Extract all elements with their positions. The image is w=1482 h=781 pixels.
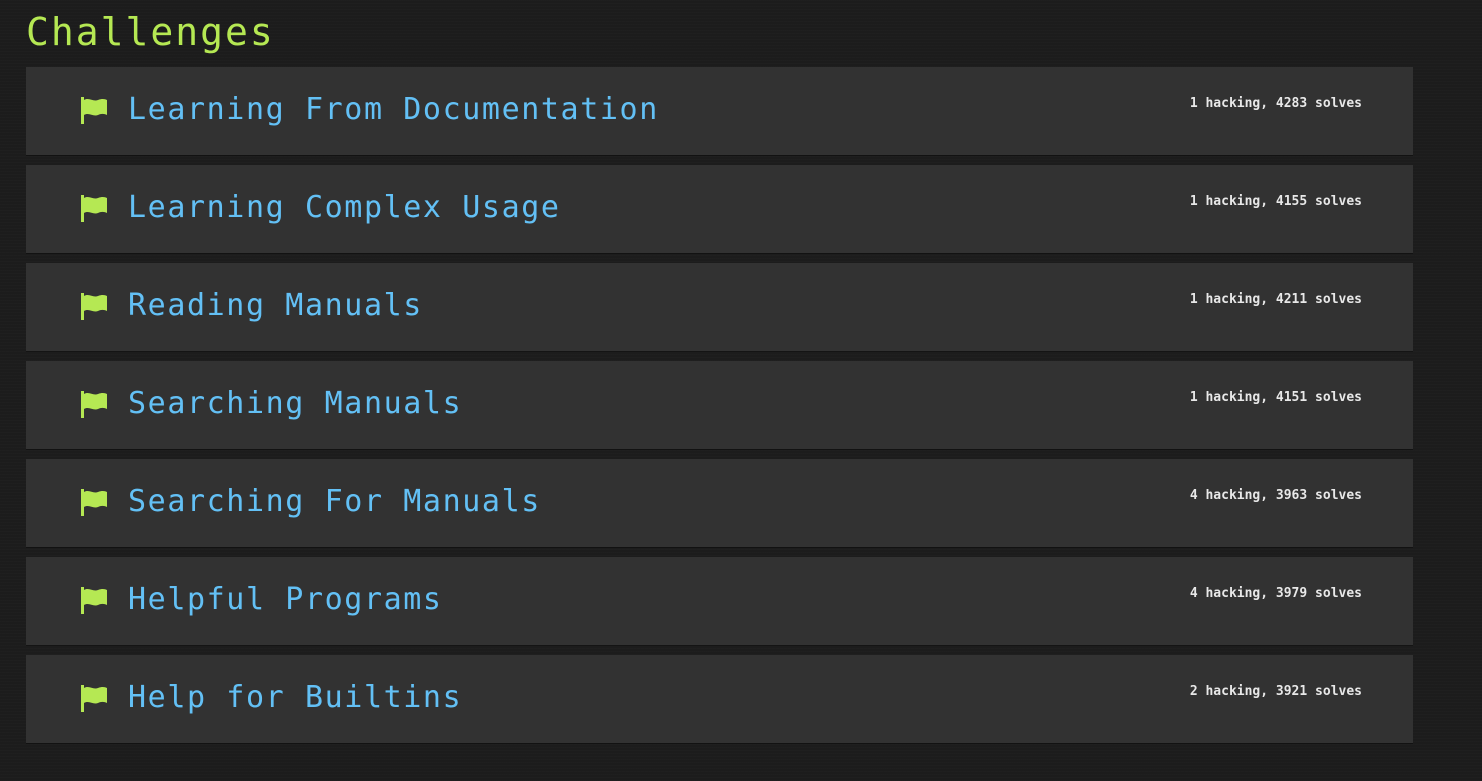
flag-icon [78,683,108,713]
challenge-stats: 1 hacking, 4283 solves [1189,96,1362,111]
challenge-stats: 1 hacking, 4155 solves [1189,194,1362,209]
flag-icon [78,291,108,321]
challenge-name: Learning From Documentation [128,92,659,127]
challenge-item-helpful-programs[interactable]: Helpful Programs 4 hacking, 3979 solves [26,557,1413,645]
challenge-stats: 4 hacking, 3963 solves [1189,488,1362,503]
challenge-name: Learning Complex Usage [128,190,561,225]
challenge-item-searching-for-manuals[interactable]: Searching For Manuals 4 hacking, 3963 so… [26,459,1413,547]
challenge-name: Reading Manuals [128,288,423,323]
flag-icon [78,487,108,517]
challenge-item-reading-manuals[interactable]: Reading Manuals 1 hacking, 4211 solves [26,263,1413,351]
challenge-stats: 2 hacking, 3921 solves [1189,684,1362,699]
page-title: Challenges [26,10,275,54]
challenge-item-learning-from-documentation[interactable]: Learning From Documentation 1 hacking, 4… [26,67,1413,155]
challenge-name: Helpful Programs [128,582,443,617]
challenge-item-searching-manuals[interactable]: Searching Manuals 1 hacking, 4151 solves [26,361,1413,449]
challenge-name: Help for Builtins [128,680,463,715]
challenge-stats: 1 hacking, 4151 solves [1189,390,1362,405]
flag-icon [78,585,108,615]
flag-icon [78,95,108,125]
flag-icon [78,389,108,419]
challenge-name: Searching Manuals [128,386,463,421]
challenge-list: Learning From Documentation 1 hacking, 4… [26,67,1413,753]
challenge-stats: 1 hacking, 4211 solves [1189,292,1362,307]
flag-icon [78,193,108,223]
challenge-item-learning-complex-usage[interactable]: Learning Complex Usage 1 hacking, 4155 s… [26,165,1413,253]
challenge-name: Searching For Manuals [128,484,541,519]
challenge-stats: 4 hacking, 3979 solves [1189,586,1362,601]
challenge-item-help-for-builtins[interactable]: Help for Builtins 2 hacking, 3921 solves [26,655,1413,743]
